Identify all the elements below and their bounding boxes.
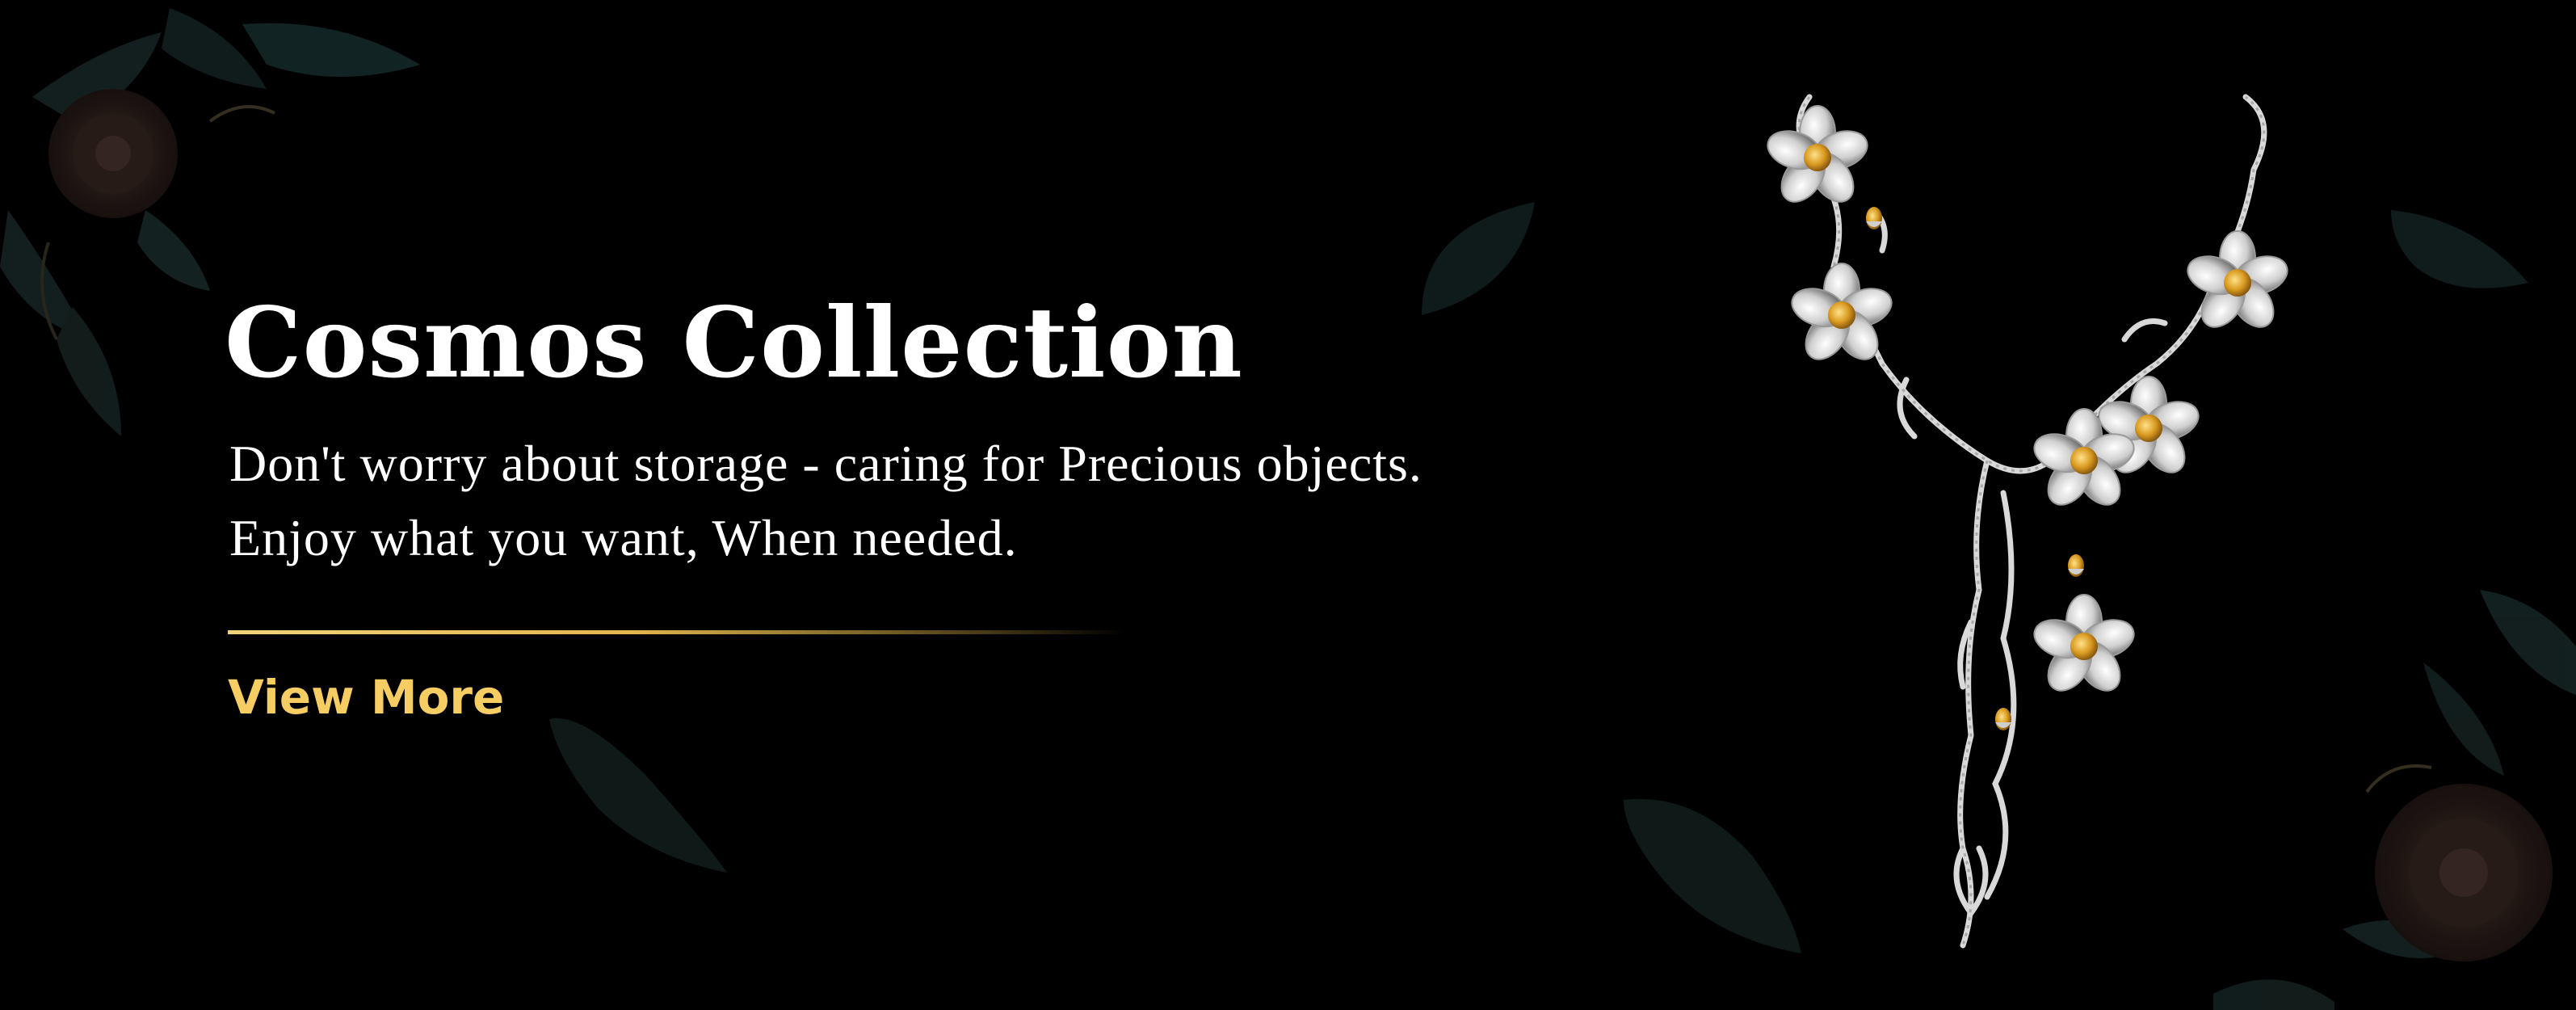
necklace-icon xyxy=(1762,94,2293,949)
description-line-1: Don't worry about storage - caring for P… xyxy=(229,435,1422,492)
view-more-button[interactable]: View More xyxy=(228,665,504,730)
hero-banner: Cosmos Collection Don't worry about stor… xyxy=(0,0,2576,1010)
gold-divider xyxy=(228,630,1124,634)
collection-title: Cosmos Collection xyxy=(225,286,1243,400)
description-line-2: Enjoy what you want, When needed. xyxy=(229,509,1018,566)
hero-content: Cosmos Collection Don't worry about stor… xyxy=(225,283,1517,730)
collection-description: Don't worry about storage - caring for P… xyxy=(229,427,1517,575)
